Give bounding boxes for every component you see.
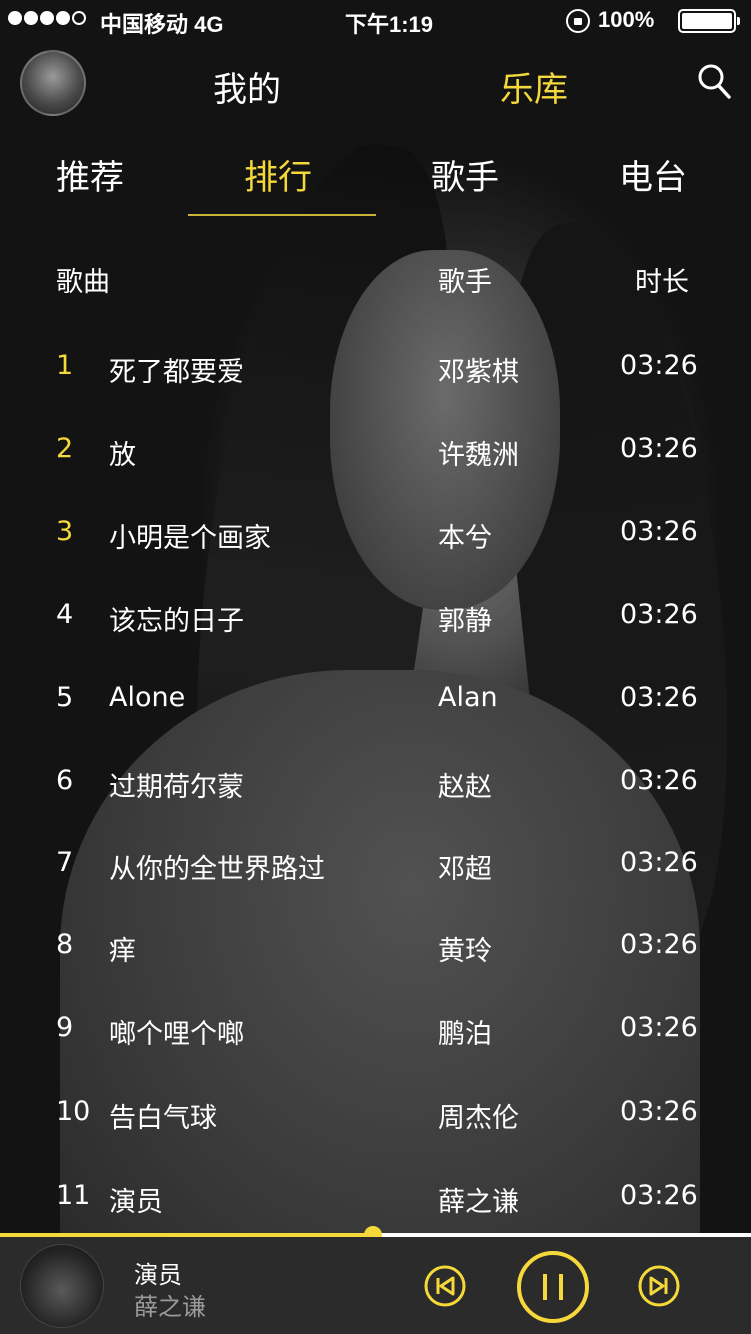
song-rank: 9 [56, 1012, 74, 1043]
now-playing-artist: 薛之谦 [134, 1293, 206, 1321]
nav-mine[interactable]: 我的 [213, 62, 281, 111]
song-title: 从你的全世界路过 [109, 854, 325, 885]
song-row[interactable]: 7 从你的全世界路过 邓超 03:26 [0, 847, 751, 887]
song-rank: 1 [56, 350, 74, 381]
song-title: 啷个哩个啷 [109, 1019, 244, 1050]
song-artist: 薛之谦 [438, 1187, 519, 1218]
song-rank: 4 [56, 599, 74, 630]
search-icon[interactable] [697, 63, 731, 99]
song-duration: 03:26 [620, 1096, 698, 1127]
tab-radio[interactable]: 电台 [619, 150, 687, 199]
now-playing-title: 演员 [134, 1261, 182, 1289]
song-title: Alone [109, 682, 186, 713]
song-row[interactable]: 2 放 许魏洲 03:26 [0, 433, 751, 473]
song-title: 告白气球 [109, 1103, 217, 1134]
nav-library[interactable]: 乐库 [500, 62, 568, 111]
battery-percent: 100% [598, 7, 655, 32]
song-title: 死了都要爱 [109, 357, 244, 388]
song-artist: 邓超 [438, 854, 492, 885]
column-header-artist: 歌手 [438, 267, 492, 298]
song-artist: 本兮 [438, 523, 492, 554]
song-artist: 许魏洲 [438, 440, 519, 471]
album-cover[interactable] [20, 1244, 104, 1328]
song-duration: 03:26 [620, 433, 698, 464]
song-artist: 邓紫棋 [438, 357, 519, 388]
song-duration: 03:26 [620, 682, 698, 713]
song-row[interactable]: 1 死了都要爱 邓紫棋 03:26 [0, 350, 751, 390]
tab-recommend[interactable]: 推荐 [56, 150, 124, 199]
next-icon[interactable] [638, 1265, 680, 1307]
song-artist: 黄玲 [438, 936, 492, 967]
song-artist: 周杰伦 [438, 1103, 519, 1134]
prev-icon[interactable] [424, 1265, 466, 1307]
song-title: 放 [109, 440, 136, 471]
song-duration: 03:26 [620, 350, 698, 381]
song-duration: 03:26 [620, 516, 698, 547]
song-rank: 11 [56, 1180, 91, 1211]
song-title: 该忘的日子 [109, 606, 244, 637]
status-time: 下午1:19 [345, 12, 434, 37]
song-duration: 03:26 [620, 929, 698, 960]
song-artist: 郭静 [438, 606, 492, 637]
song-rank: 3 [56, 516, 74, 547]
song-duration: 03:26 [620, 765, 698, 796]
user-avatar[interactable] [20, 50, 86, 116]
song-artist: Alan [438, 682, 498, 713]
song-row[interactable]: 11 演员 薛之谦 03:26 [0, 1180, 751, 1220]
song-artist: 鹏泊 [438, 1019, 492, 1050]
status-bar: 中国移动 4G 下午1:19 100% [0, 0, 751, 40]
song-rank: 2 [56, 433, 74, 464]
song-rank: 8 [56, 929, 74, 960]
song-title: 演员 [109, 1187, 163, 1218]
song-row[interactable]: 4 该忘的日子 郭静 03:26 [0, 599, 751, 639]
song-rank: 5 [56, 682, 74, 713]
song-duration: 03:26 [620, 599, 698, 630]
song-duration: 03:26 [620, 1012, 698, 1043]
signal-strength-icon [8, 11, 86, 25]
tab-singer[interactable]: 歌手 [431, 150, 499, 199]
battery-icon [678, 9, 740, 33]
song-row[interactable]: 8 痒 黄玲 03:26 [0, 929, 751, 969]
song-title: 痒 [109, 936, 136, 967]
song-duration: 03:26 [620, 847, 698, 878]
column-header-duration: 时长 [635, 267, 689, 298]
song-row[interactable]: 9 啷个哩个啷 鹏泊 03:26 [0, 1012, 751, 1052]
song-rank: 7 [56, 847, 74, 878]
song-rank: 6 [56, 765, 74, 796]
pause-icon[interactable] [516, 1250, 590, 1324]
carrier-label: 中国移动 4G [100, 12, 224, 37]
lock-rotation-icon [566, 9, 590, 33]
song-row[interactable]: 10 告白气球 周杰伦 03:26 [0, 1096, 751, 1136]
song-title: 小明是个画家 [109, 523, 271, 554]
song-rank: 10 [56, 1096, 91, 1127]
song-row[interactable]: 6 过期荷尔蒙 赵赵 03:26 [0, 765, 751, 805]
song-row[interactable]: 3 小明是个画家 本兮 03:26 [0, 516, 751, 556]
active-tab-indicator [188, 214, 376, 216]
song-row[interactable]: 5 Alone Alan 03:26 [0, 682, 751, 722]
song-duration: 03:26 [620, 1180, 698, 1211]
mini-player: 演员 薛之谦 [0, 1237, 751, 1334]
column-header-song: 歌曲 [56, 267, 110, 298]
song-title: 过期荷尔蒙 [109, 772, 244, 803]
song-artist: 赵赵 [438, 772, 492, 803]
tab-ranking[interactable]: 排行 [244, 150, 312, 199]
